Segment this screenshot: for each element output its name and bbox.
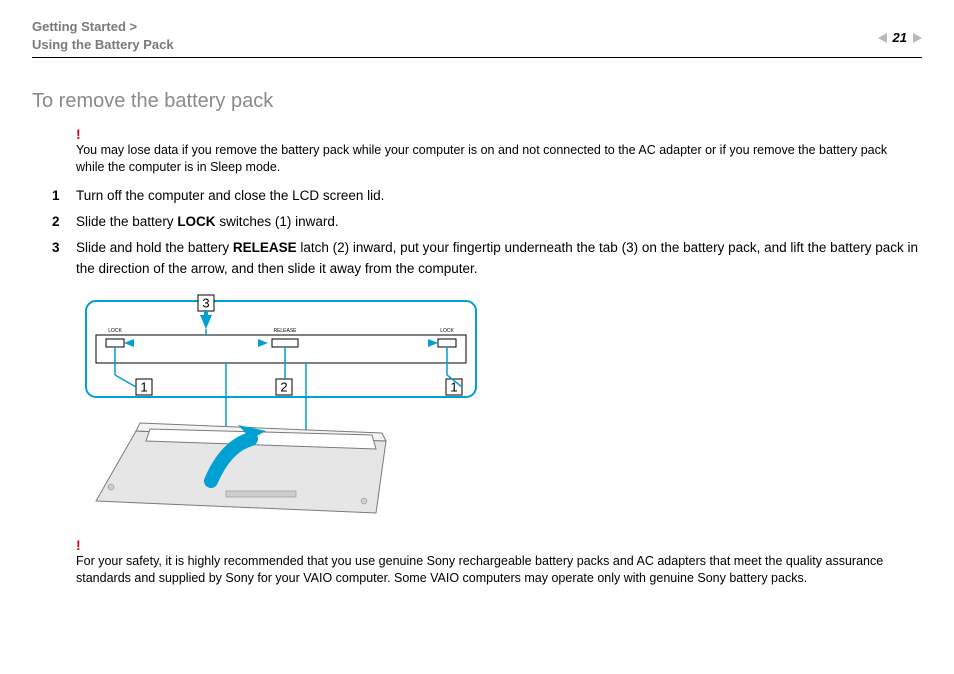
lock-label: LOCK [108, 328, 122, 334]
lock-label: LOCK [440, 328, 454, 334]
laptop-underside [96, 423, 386, 513]
warning-bottom: ! For your safety, it is highly recommen… [76, 538, 918, 587]
step-text-before: Slide and hold the battery [76, 240, 233, 255]
next-page-icon[interactable] [913, 33, 922, 43]
callout-1-left: 1 [140, 379, 147, 394]
breadcrumb: Getting Started > Using the Battery Pack [32, 18, 174, 53]
header-rule [32, 57, 922, 58]
step-item: 2 Slide the battery LOCK switches (1) in… [52, 212, 918, 232]
callout-2: 2 [280, 379, 287, 394]
step-text-before: Slide the battery [76, 214, 177, 229]
page-header: Getting Started > Using the Battery Pack… [32, 18, 922, 53]
warning-icon: ! [76, 537, 81, 553]
diagram: LOCK LOCK RELEASE 3 1 2 [76, 291, 918, 524]
step-text-after: switches (1) inward. [216, 214, 339, 229]
step-text-bold: LOCK [177, 214, 215, 229]
step-number: 2 [52, 212, 60, 232]
step-number: 3 [52, 238, 60, 258]
breadcrumb-line2: Using the Battery Pack [32, 37, 174, 52]
battery-removal-illustration: LOCK LOCK RELEASE 3 1 2 [76, 291, 486, 521]
steps-list: 1 Turn off the computer and close the LC… [76, 186, 918, 279]
page-navigator: 21 [878, 18, 922, 45]
step-item: 3 Slide and hold the battery RELEASE lat… [52, 238, 918, 279]
step-text: Turn off the computer and close the LCD … [76, 188, 384, 203]
step-text-bold: RELEASE [233, 240, 297, 255]
step-item: 1 Turn off the computer and close the LC… [52, 186, 918, 206]
step-number: 1 [52, 186, 60, 206]
warning-bottom-text: For your safety, it is highly recommende… [76, 553, 918, 587]
warning-top-text: You may lose data if you remove the batt… [76, 142, 918, 176]
release-label: RELEASE [273, 328, 297, 334]
page-title: To remove the battery pack [32, 90, 922, 113]
page-number: 21 [893, 30, 907, 45]
breadcrumb-line1: Getting Started > [32, 19, 137, 34]
warning-icon: ! [76, 126, 81, 142]
prev-page-icon[interactable] [878, 33, 887, 43]
warning-top: ! You may lose data if you remove the ba… [76, 127, 918, 176]
callout-3: 3 [202, 295, 209, 310]
